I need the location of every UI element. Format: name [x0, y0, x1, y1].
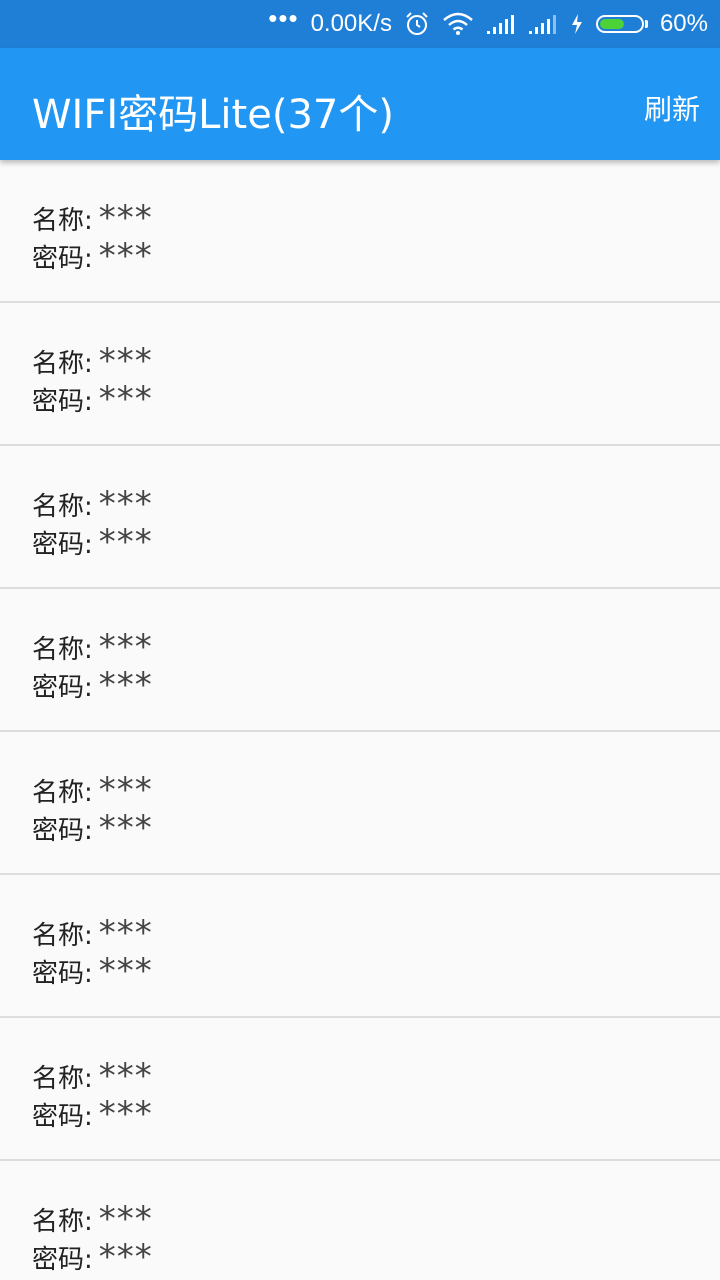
name-label: 名称:	[32, 1063, 93, 1094]
wifi-name-value: ***	[98, 484, 153, 524]
list-item[interactable]: 名称: *** 密码: ***	[0, 446, 720, 589]
alarm-icon	[404, 11, 430, 37]
list-item[interactable]: 名称: *** 密码: ***	[0, 1161, 720, 1280]
wifi-name-row: 名称: ***	[32, 484, 153, 524]
name-label: 名称:	[32, 1206, 93, 1237]
wifi-password-value: ***	[98, 1237, 153, 1277]
password-label: 密码:	[32, 815, 93, 846]
wifi-name-value: ***	[98, 1056, 153, 1096]
wifi-password-row: 密码: ***	[32, 522, 153, 562]
password-label: 密码:	[32, 243, 93, 274]
password-label: 密码:	[32, 958, 93, 989]
charging-icon	[570, 13, 584, 35]
name-label: 名称:	[32, 491, 93, 522]
list-item[interactable]: 名称: *** 密码: ***	[0, 303, 720, 446]
name-label: 名称:	[32, 348, 93, 379]
wifi-password-row: 密码: ***	[32, 379, 153, 419]
wifi-name-value: ***	[98, 913, 153, 953]
page-title: WIFI密码Lite(37个)	[32, 92, 394, 138]
name-label: 名称:	[32, 777, 93, 808]
name-label: 名称:	[32, 205, 93, 236]
wifi-name-row: 名称: ***	[32, 198, 153, 238]
list-item[interactable]: 名称: *** 密码: ***	[0, 589, 720, 732]
password-label: 密码:	[32, 672, 93, 703]
wifi-name-value: ***	[98, 1199, 153, 1239]
wifi-password-value: ***	[98, 1094, 153, 1134]
wifi-list[interactable]: 名称: *** 密码: *** 名称: *** 密码: *** 名称: *** 密码: *** 名称: *…	[0, 160, 720, 1280]
app-bar: WIFI密码Lite(37个) 刷新	[0, 48, 720, 160]
wifi-name-row: 名称: ***	[32, 341, 153, 381]
wifi-name-row: 名称: ***	[32, 1199, 153, 1239]
wifi-password-value: ***	[98, 522, 153, 562]
wifi-name-row: 名称: ***	[32, 1056, 153, 1096]
wifi-name-row: 名称: ***	[32, 770, 153, 810]
password-label: 密码:	[32, 386, 93, 417]
wifi-name-value: ***	[98, 198, 153, 238]
list-item[interactable]: 名称: *** 密码: ***	[0, 160, 720, 303]
list-item[interactable]: 名称: *** 密码: ***	[0, 1018, 720, 1161]
wifi-password-row: 密码: ***	[32, 1094, 153, 1134]
wifi-name-row: 名称: ***	[32, 627, 153, 667]
more-notifications-icon: •••	[268, 2, 299, 33]
wifi-password-row: 密码: ***	[32, 1237, 153, 1277]
password-label: 密码:	[32, 1101, 93, 1132]
list-item[interactable]: 名称: *** 密码: ***	[0, 732, 720, 875]
wifi-password-row: 密码: ***	[32, 665, 153, 705]
wifi-name-value: ***	[98, 341, 153, 381]
wifi-name-row: 名称: ***	[32, 913, 153, 953]
wifi-password-value: ***	[98, 379, 153, 419]
wifi-password-value: ***	[98, 665, 153, 705]
wifi-name-value: ***	[98, 627, 153, 667]
name-label: 名称:	[32, 920, 93, 951]
wifi-password-row: 密码: ***	[32, 236, 153, 276]
password-label: 密码:	[32, 1244, 93, 1275]
status-bar: ••• 0.00K/s 60%	[0, 0, 720, 48]
network-speed: 0.00K/s	[310, 10, 392, 37]
wifi-password-value: ***	[98, 808, 153, 848]
name-label: 名称:	[32, 634, 93, 665]
refresh-button[interactable]: 刷新	[644, 88, 700, 128]
battery-icon	[595, 15, 648, 33]
signal-icon	[528, 13, 558, 35]
wifi-name-value: ***	[98, 770, 153, 810]
wifi-password-value: ***	[98, 236, 153, 276]
password-label: 密码:	[32, 529, 93, 560]
signal-icon	[486, 13, 516, 35]
wifi-password-row: 密码: ***	[32, 808, 153, 848]
battery-percent: 60%	[659, 10, 708, 37]
wifi-icon	[442, 12, 474, 36]
list-item[interactable]: 名称: *** 密码: ***	[0, 875, 720, 1018]
wifi-password-row: 密码: ***	[32, 951, 153, 991]
wifi-password-value: ***	[98, 951, 153, 991]
